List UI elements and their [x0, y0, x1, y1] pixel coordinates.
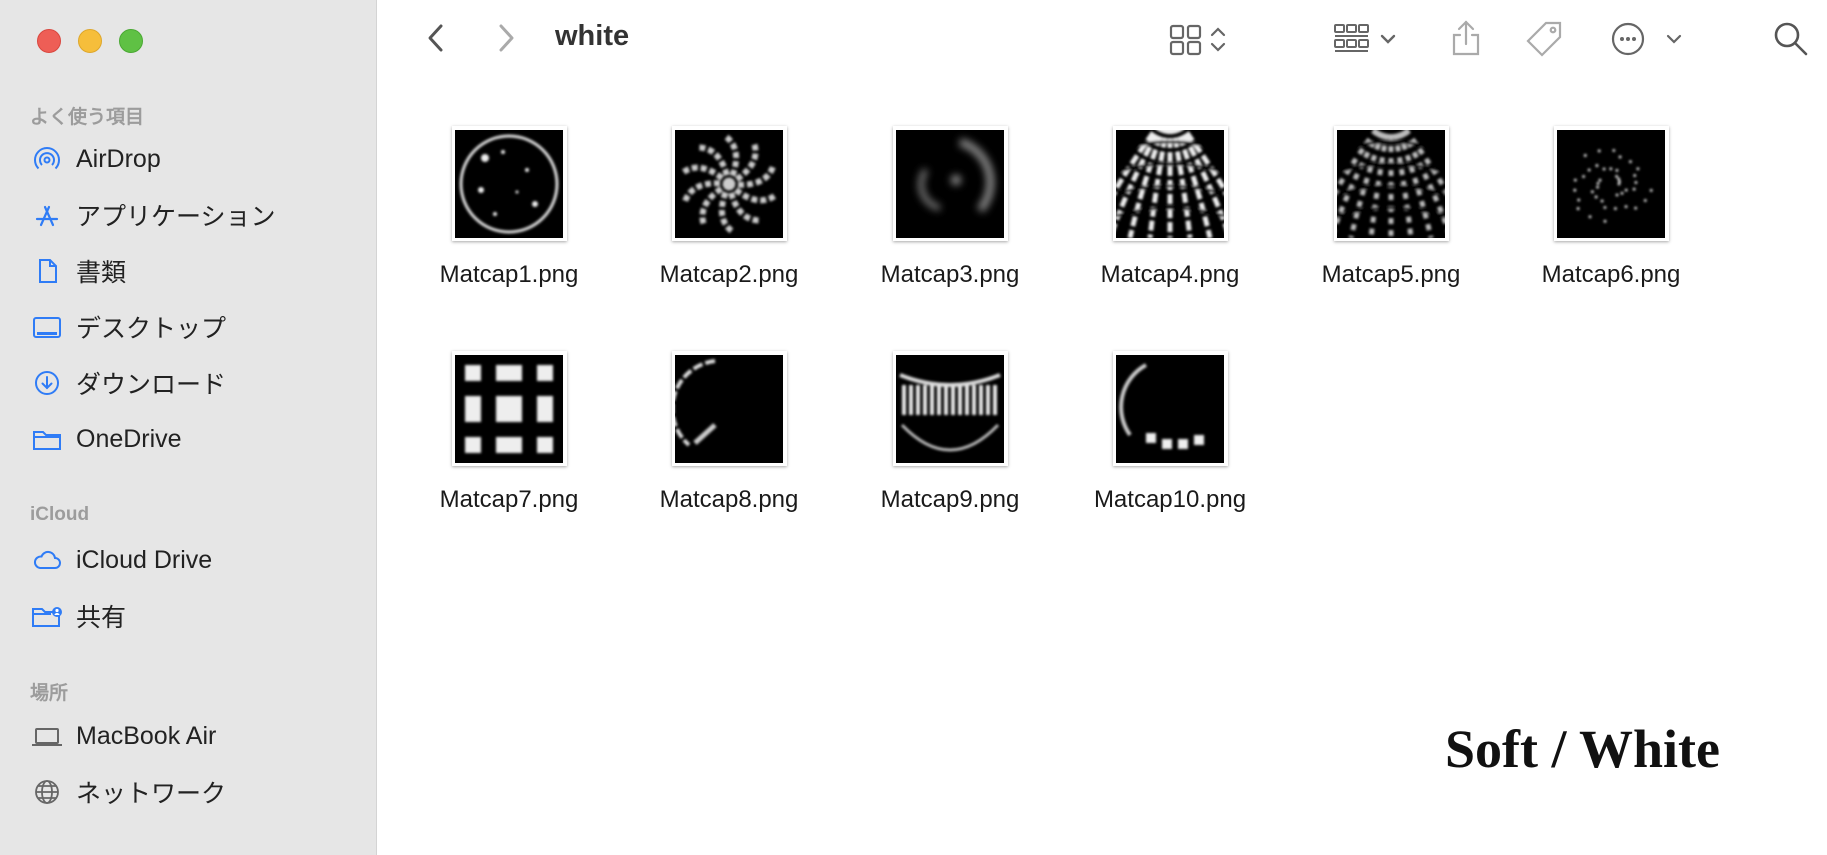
file-thumbnail — [671, 126, 787, 241]
sidebar-item-onedrive[interactable]: OneDrive — [30, 419, 360, 459]
sidebar-item-airdrop[interactable]: AirDrop — [30, 139, 360, 179]
sidebar-item-label: 書類 — [76, 259, 127, 287]
file-thumbnail — [892, 126, 1008, 241]
file-item[interactable]: Matcap7.png — [414, 351, 604, 514]
sidebar-item-label: OneDrive — [76, 424, 182, 453]
matcap-preview-image — [675, 354, 783, 463]
matcap-preview-image — [1116, 129, 1224, 238]
sidebar-item-label: 共有 — [76, 604, 127, 632]
matcap-preview-image — [455, 354, 563, 463]
file-name: Matcap5.png — [1321, 261, 1461, 288]
file-item[interactable]: Matcap8.png — [634, 351, 824, 514]
file-name: Matcap2.png — [659, 261, 799, 288]
globe-icon — [30, 775, 64, 809]
sidebar-item-label: iCloud Drive — [76, 545, 213, 574]
matcap-preview-image — [1557, 129, 1665, 238]
view-options-button[interactable] — [1166, 20, 1236, 62]
file-item[interactable]: Matcap5.png — [1296, 126, 1486, 289]
matcap-preview-image — [1116, 354, 1224, 463]
file-item[interactable]: Matcap3.png — [855, 126, 1045, 289]
tag-icon — [1524, 19, 1564, 64]
file-item[interactable]: Matcap4.png — [1075, 126, 1265, 289]
sidebar-item-label: AirDrop — [76, 144, 161, 173]
sidebar-item-label: デスクトップ — [76, 315, 227, 343]
sidebar-item-label: ダウンロード — [76, 371, 227, 399]
tag-button[interactable] — [1524, 20, 1564, 62]
sidebar-item-label: MacBook Air — [76, 721, 217, 750]
sidebar-section-icloud: iCloud — [30, 504, 90, 525]
sidebar: よく使う項目 AirDrop アプリケーション 書類 デスクトップ ダウンロード… — [0, 0, 377, 855]
back-icon — [426, 22, 446, 59]
more-icon — [1608, 19, 1684, 64]
finder-window: よく使う項目 AirDrop アプリケーション 書類 デスクトップ ダウンロード… — [0, 0, 1827, 855]
window-title: white — [555, 20, 630, 52]
search-button[interactable] — [1768, 18, 1812, 62]
icon-view-icon — [1168, 21, 1234, 62]
file-item[interactable]: Matcap2.png — [634, 126, 824, 289]
airdrop-icon — [30, 142, 64, 176]
sidebar-item-label: アプリケーション — [76, 203, 276, 231]
file-thumbnail — [671, 351, 787, 466]
file-name: Matcap3.png — [880, 261, 1020, 288]
zoom-button[interactable] — [119, 29, 143, 53]
minimize-button[interactable] — [78, 29, 102, 53]
file-thumbnail — [892, 351, 1008, 466]
sidebar-item-documents[interactable]: 書類 — [30, 251, 360, 291]
shared-folder-icon — [30, 599, 64, 633]
matcap-preview-image — [1337, 129, 1445, 238]
file-name: Matcap6.png — [1541, 261, 1681, 288]
sidebar-section-locations: 場所 — [30, 683, 69, 704]
more-actions-button[interactable] — [1608, 20, 1684, 62]
folder-icon — [30, 422, 64, 456]
sidebar-item-shared[interactable]: 共有 — [30, 596, 360, 636]
download-icon — [30, 366, 64, 400]
desktop-icon — [30, 310, 64, 344]
sidebar-item-label: ネットワーク — [76, 780, 227, 808]
file-name: Matcap4.png — [1100, 261, 1240, 288]
sidebar-item-macbook-air[interactable]: MacBook Air — [30, 716, 360, 756]
file-thumbnail — [1112, 351, 1228, 466]
document-icon — [30, 254, 64, 288]
file-thumbnail — [1112, 126, 1228, 241]
file-thumbnail — [1333, 126, 1449, 241]
file-thumbnail — [451, 351, 567, 466]
laptop-icon — [30, 719, 64, 753]
file-item[interactable]: Matcap1.png — [414, 126, 604, 289]
file-name: Matcap7.png — [439, 486, 579, 513]
forward-button[interactable] — [488, 20, 524, 60]
file-item[interactable]: Matcap6.png — [1516, 126, 1706, 289]
sidebar-item-network[interactable]: ネットワーク — [30, 772, 360, 812]
close-button[interactable] — [37, 29, 61, 53]
sidebar-item-applications[interactable]: アプリケーション — [30, 195, 360, 235]
applications-icon — [30, 198, 64, 232]
forward-icon — [496, 22, 516, 59]
file-name: Matcap10.png — [1093, 486, 1247, 513]
matcap-preview-image — [455, 129, 563, 238]
search-icon — [1770, 18, 1810, 63]
back-button[interactable] — [418, 20, 454, 60]
matcap-preview-image — [675, 129, 783, 238]
file-item[interactable]: Matcap10.png — [1075, 351, 1265, 514]
sidebar-section-favorites: よく使う項目 — [30, 107, 145, 128]
file-thumbnail — [1553, 126, 1669, 241]
share-button[interactable] — [1446, 18, 1486, 62]
matcap-preview-image — [896, 129, 1004, 238]
file-thumbnail — [451, 126, 567, 241]
file-name: Matcap8.png — [659, 486, 799, 513]
cloud-icon — [30, 543, 64, 577]
sidebar-item-icloud-drive[interactable]: iCloud Drive — [30, 540, 360, 580]
matcap-preview-image — [896, 354, 1004, 463]
group-button[interactable] — [1330, 20, 1410, 62]
traffic-lights — [37, 29, 143, 53]
share-icon — [1449, 18, 1483, 63]
sidebar-item-desktop[interactable]: デスクトップ — [30, 307, 360, 347]
file-name: Matcap9.png — [880, 486, 1020, 513]
watermark-text: Soft / White — [1445, 719, 1721, 779]
group-icon — [1332, 21, 1408, 62]
file-name: Matcap1.png — [439, 261, 579, 288]
file-item[interactable]: Matcap9.png — [855, 351, 1045, 514]
sidebar-item-downloads[interactable]: ダウンロード — [30, 363, 360, 403]
